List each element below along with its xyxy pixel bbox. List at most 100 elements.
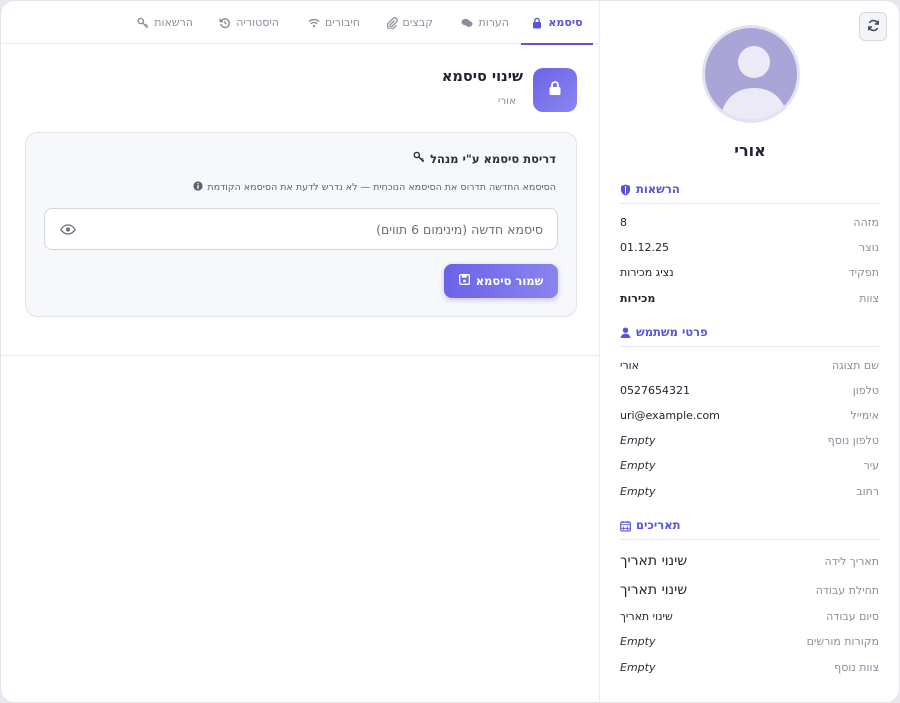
comments-icon (461, 17, 474, 29)
row-label: צוות (859, 291, 879, 305)
refresh-button[interactable] (859, 12, 887, 41)
lock-icon (531, 17, 543, 29)
tab-permissions[interactable]: הרשאות (137, 1, 193, 44)
shield-icon (620, 184, 631, 195)
lock-badge (533, 68, 577, 112)
main-panel: סיסמא הערות קבצים חיבורים היסטוריה הרשאו… (1, 1, 601, 702)
history-icon (219, 17, 231, 29)
new-password-input[interactable] (85, 209, 543, 249)
row-label: נוצר (858, 240, 879, 254)
page-subtitle: אורי (497, 95, 516, 107)
tab-bar: סיסמא הערות קבצים חיבורים היסטוריה הרשאו… (1, 1, 601, 45)
refresh-icon (867, 18, 880, 36)
info-row: Empty טלפון נוסף (620, 430, 879, 450)
info-row: 0527654321 טלפון (620, 380, 879, 400)
info-row: נציג מכירות תפקיד (620, 262, 879, 282)
wifi-icon (308, 17, 320, 29)
row-label: סיום עבודה (826, 609, 879, 623)
user-sidebar: אורי הרשאות 8 מזהה 01.12.25 נוצר נציג מכ… (599, 1, 899, 702)
app-window: סיסמא הערות קבצים חיבורים היסטוריה הרשאו… (0, 0, 900, 703)
row-label: תחילת עבודה (815, 583, 879, 597)
row-value[interactable]: Empty (620, 661, 655, 674)
save-icon (458, 274, 470, 288)
tab-files[interactable]: קבצים (386, 1, 433, 44)
tab-password[interactable]: סיסמא (521, 1, 593, 45)
key-icon (137, 17, 149, 29)
permissions-section: הרשאות (620, 182, 879, 204)
row-value: uri@example.com (620, 408, 720, 422)
info-row: uri@example.com אימייל (620, 405, 879, 425)
section-header: תאריכים (620, 518, 879, 540)
info-row: Empty רחוב (620, 481, 879, 501)
section-header: פרטי משתמש (620, 325, 879, 347)
row-value[interactable]: Empty (620, 485, 655, 498)
row-label: אימייל (850, 408, 879, 422)
row-label: מקורות מורשים (806, 634, 879, 648)
lock-icon (548, 80, 562, 100)
change-date-button[interactable]: שינוי תאריך (620, 553, 687, 569)
calendar-icon (620, 520, 631, 532)
user-details-section: פרטי משתמש (620, 325, 879, 347)
password-input-wrapper (44, 208, 558, 250)
tab-label: קבצים (402, 16, 433, 29)
info-icon (193, 181, 203, 194)
row-value: 0527654321 (620, 383, 690, 397)
tab-label: היסטוריה (236, 16, 279, 29)
card-title-text: דריסת סיסמא ע"י מנהל (430, 151, 556, 166)
info-row: 8 מזהה (620, 212, 879, 232)
info-row: Empty מקורות מורשים (620, 631, 879, 651)
row-value: נציג מכירות (620, 265, 674, 279)
row-value[interactable]: Empty (620, 459, 655, 472)
tab-label: הרשאות (154, 16, 193, 29)
info-row: Empty צוות נוסף (620, 657, 879, 677)
row-label: רחוב (856, 484, 879, 498)
user-name: אורי (734, 141, 766, 160)
row-label: מזהה (853, 215, 879, 229)
section-header: הרשאות (620, 182, 879, 204)
section-title: תאריכים (636, 518, 681, 532)
change-date-button[interactable]: שינוי תאריך (620, 582, 687, 598)
row-label: טלפון (852, 383, 879, 397)
section-divider (1, 355, 601, 356)
info-row: 01.12.25 נוצר (620, 237, 879, 257)
card-note: הסיסמא החדשה תדרוס את הסיסמא הנוכחית — ל… (193, 181, 556, 194)
tab-connections[interactable]: חיבורים (308, 1, 360, 44)
info-row: שינוי תאריך תאריך לידה (620, 551, 879, 571)
section-title: פרטי משתמש (636, 325, 708, 339)
row-label: תאריך לידה (824, 554, 879, 568)
tab-label: הערות (478, 16, 509, 29)
row-value: מכירות (620, 291, 656, 305)
page-title: שינוי סיסמא (441, 69, 523, 85)
row-value[interactable]: Empty (620, 635, 655, 648)
eye-icon[interactable] (59, 221, 77, 237)
info-row: Empty עיר (620, 455, 879, 475)
info-row: שינוי תאריך סיום עבודה (620, 606, 879, 626)
tab-notes[interactable]: הערות (461, 1, 509, 44)
user-silhouette-icon (719, 46, 789, 120)
row-label: עיר (863, 458, 879, 472)
key-icon (413, 151, 425, 166)
row-value[interactable]: Empty (620, 434, 655, 447)
row-label: תפקיד (848, 265, 879, 279)
row-value: 01.12.25 (620, 240, 669, 254)
tab-history[interactable]: היסטוריה (219, 1, 279, 44)
row-label: שם תצוגה (831, 358, 879, 372)
paperclip-icon (386, 16, 398, 29)
row-label: צוות נוסף (834, 660, 879, 674)
tab-label: סיסמא (548, 16, 583, 29)
info-row: אורי שם תצוגה (620, 355, 879, 375)
save-password-label: שמור סיסמא (475, 274, 544, 288)
info-row: מכירות צוות (620, 288, 879, 308)
row-value: אורי (620, 358, 640, 372)
section-title: הרשאות (636, 182, 680, 196)
row-label: טלפון נוסף (827, 433, 879, 447)
row-value: 8 (620, 215, 627, 229)
info-row: שינוי תאריך תחילת עבודה (620, 580, 879, 600)
avatar (702, 25, 800, 123)
card-note-text: הסיסמא החדשה תדרוס את הסיסמא הנוכחית — ל… (207, 182, 556, 193)
dates-section: תאריכים (620, 518, 879, 540)
save-password-button[interactable]: שמור סיסמא (444, 264, 558, 298)
password-override-card: דריסת סיסמא ע"י מנהל הסיסמא החדשה תדרוס … (25, 132, 577, 317)
card-title: דריסת סיסמא ע"י מנהל (413, 151, 556, 166)
change-date-button[interactable]: שינוי תאריך (620, 610, 673, 623)
